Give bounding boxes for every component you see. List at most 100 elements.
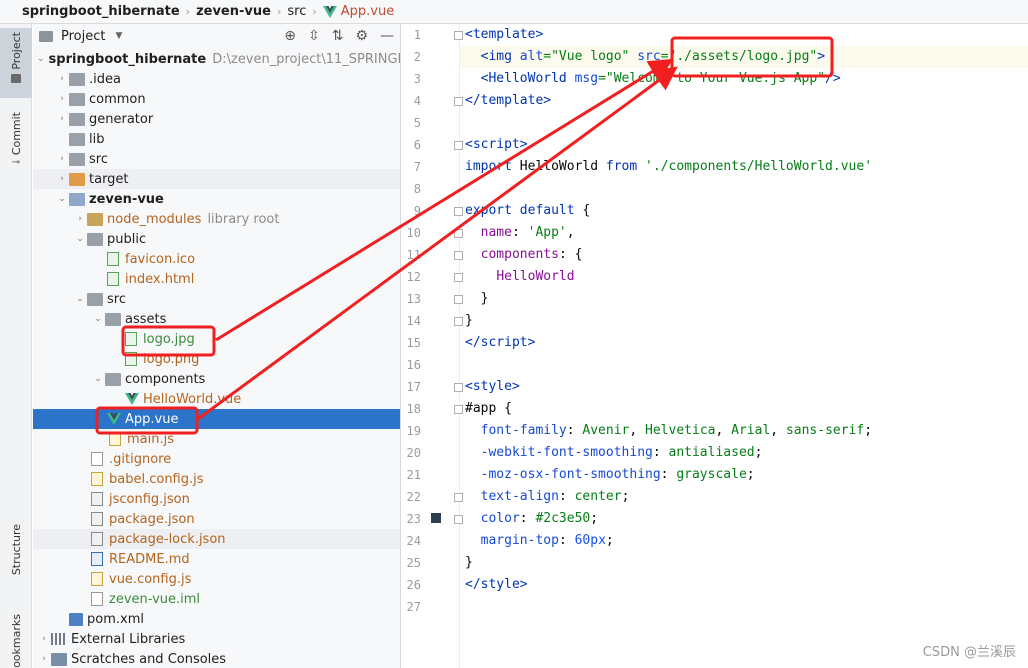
tree-item-public[interactable]: ⌄ public xyxy=(33,229,400,249)
breadcrumb-file[interactable]: App.vue xyxy=(322,4,394,19)
fold-marker[interactable] xyxy=(454,229,463,238)
tree-item-root[interactable]: ⌄ springboot_hibernate D:\zeven_project\… xyxy=(33,49,400,69)
chevron-right-icon[interactable]: › xyxy=(37,634,51,644)
chevron-down-icon[interactable]: ⌄ xyxy=(91,374,105,384)
chevron-right-icon[interactable]: › xyxy=(73,214,87,224)
line-number: 12 xyxy=(406,270,421,284)
tree-item-readme[interactable]: README.md xyxy=(33,549,400,569)
chevron-down-icon[interactable]: ⌄ xyxy=(73,294,87,304)
tree-item-logo-png[interactable]: logo.png xyxy=(33,349,400,369)
breadcrumb-folder[interactable]: src xyxy=(287,4,306,19)
code-line: <template> xyxy=(465,27,544,42)
chevron-down-icon[interactable]: ⌄ xyxy=(73,234,87,244)
tree-item-node-modules[interactable]: › node_modules library root xyxy=(33,209,400,229)
tree-item-common[interactable]: › common xyxy=(33,89,400,109)
chevron-right-icon[interactable]: › xyxy=(55,174,69,184)
tree-item-label: External Libraries xyxy=(71,631,186,647)
fold-marker[interactable] xyxy=(454,207,463,216)
chevron-right-icon[interactable]: › xyxy=(37,654,51,664)
code-line: name: 'App', xyxy=(480,225,575,240)
tree-item-label: jsconfig.json xyxy=(109,491,190,507)
tree-item-label: .idea xyxy=(89,71,121,87)
tree-item-logo-jpg[interactable]: logo.jpg xyxy=(33,329,400,349)
tree-item-index-html[interactable]: index.html xyxy=(33,269,400,289)
folder-icon xyxy=(69,112,85,126)
folder-icon xyxy=(69,92,85,106)
folder-icon xyxy=(69,72,85,86)
fold-marker[interactable] xyxy=(454,515,463,524)
commit-tool-tab[interactable]: Commit ⊸ xyxy=(0,108,32,186)
tree-item-assets[interactable]: ⌄ assets xyxy=(33,309,400,329)
color-swatch[interactable] xyxy=(431,513,441,523)
chevron-right-icon[interactable]: › xyxy=(55,74,69,84)
tree-item-gitignore[interactable]: .gitignore xyxy=(33,449,400,469)
chevron-right-icon[interactable]: › xyxy=(55,154,69,164)
tree-item-src[interactable]: › src xyxy=(33,149,400,169)
chevron-right-icon[interactable]: › xyxy=(55,114,69,124)
fold-marker[interactable] xyxy=(454,97,463,106)
tree-item-label: generator xyxy=(89,111,154,127)
tree-item-generator[interactable]: › generator xyxy=(33,109,400,129)
breadcrumb-module[interactable]: zeven-vue xyxy=(196,4,271,19)
tree-item-main-js[interactable]: main.js xyxy=(33,429,400,449)
line-number: 8 xyxy=(413,182,421,196)
tree-item-package-lock[interactable]: package-lock.json xyxy=(33,529,400,549)
chevron-down-icon[interactable]: ▼ xyxy=(115,31,122,41)
tree-item-vue-config[interactable]: vue.config.js xyxy=(33,569,400,589)
tree-item-src2[interactable]: ⌄ src xyxy=(33,289,400,309)
fold-marker[interactable] xyxy=(454,405,463,414)
line-number: 24 xyxy=(406,534,421,548)
tree-item-label: babel.config.js xyxy=(109,471,204,487)
chevron-down-icon[interactable]: ⌄ xyxy=(55,194,69,204)
tree-item-label: assets xyxy=(125,311,167,327)
fold-marker[interactable] xyxy=(454,317,463,326)
chevron-down-icon[interactable]: ⌄ xyxy=(37,54,45,64)
fold-marker[interactable] xyxy=(454,273,463,282)
tree-item-helloworld[interactable]: HelloWorld.vue xyxy=(33,389,400,409)
tool-window-strip: Project Commit ⊸ Structure Bookmarks xyxy=(0,24,32,668)
image-file-icon xyxy=(125,332,137,346)
expand-all-icon[interactable]: ⇳ xyxy=(308,28,320,44)
json-file-icon xyxy=(91,492,103,506)
image-file-icon xyxy=(125,352,137,366)
fold-marker[interactable] xyxy=(454,141,463,150)
fold-marker[interactable] xyxy=(454,383,463,392)
html-file-icon xyxy=(107,272,119,286)
collapse-all-icon[interactable]: ⇅ xyxy=(332,28,344,44)
tree-item-package-json[interactable]: package.json xyxy=(33,509,400,529)
code-editor[interactable]: 1 2 3 4 5 6 7 8 9 10 11 12 13 14 15 16 17 18 19 20 21 22 23 24 2… xyxy=(402,24,1028,668)
project-tool-tab[interactable]: Project xyxy=(0,28,32,98)
tree-item-label: common xyxy=(89,91,146,107)
tree-item-lib[interactable]: lib xyxy=(33,129,400,149)
gear-icon[interactable]: ⚙ xyxy=(355,28,368,44)
tree-item-zeven-vue[interactable]: ⌄ zeven-vue xyxy=(33,189,400,209)
fold-marker[interactable] xyxy=(454,251,463,260)
bookmarks-tool-tab[interactable]: Bookmarks xyxy=(0,610,32,668)
line-number: 22 xyxy=(406,490,421,504)
tree-item-babel[interactable]: babel.config.js xyxy=(33,469,400,489)
tree-item-idea[interactable]: › .idea xyxy=(33,69,400,89)
fold-marker[interactable] xyxy=(454,493,463,502)
project-panel-toolbar: ⊕ ⇳ ⇅ ⚙ — xyxy=(284,28,394,44)
tree-item-app-vue[interactable]: App.vue xyxy=(33,409,400,429)
tree-item-pom[interactable]: pom.xml xyxy=(33,609,400,629)
structure-tool-tab[interactable]: Structure xyxy=(0,520,32,606)
fold-marker[interactable] xyxy=(454,31,463,40)
folder-icon xyxy=(105,372,121,386)
tree-item-jsconfig[interactable]: jsconfig.json xyxy=(33,489,400,509)
chevron-down-icon[interactable]: ⌄ xyxy=(91,314,105,324)
tree-item-components[interactable]: ⌄ components xyxy=(33,369,400,389)
tree-item-target[interactable]: › target xyxy=(33,169,400,189)
tree-item-scratches[interactable]: › Scratches and Consoles xyxy=(33,649,400,668)
locate-icon[interactable]: ⊕ xyxy=(284,28,296,44)
breadcrumb-project[interactable]: springboot_hibernate xyxy=(22,4,180,19)
tree-item-external-libraries[interactable]: › External Libraries xyxy=(33,629,400,649)
folder-icon xyxy=(11,73,21,83)
tree-item-favicon[interactable]: favicon.ico xyxy=(33,249,400,269)
chevron-right-icon[interactable]: › xyxy=(55,94,69,104)
fold-marker[interactable] xyxy=(454,295,463,304)
tree-item-iml[interactable]: zeven-vue.iml xyxy=(33,589,400,609)
tree-item-label: logo.png xyxy=(143,351,200,367)
tree-item-label: pom.xml xyxy=(87,611,144,627)
line-number: 18 xyxy=(406,402,421,416)
